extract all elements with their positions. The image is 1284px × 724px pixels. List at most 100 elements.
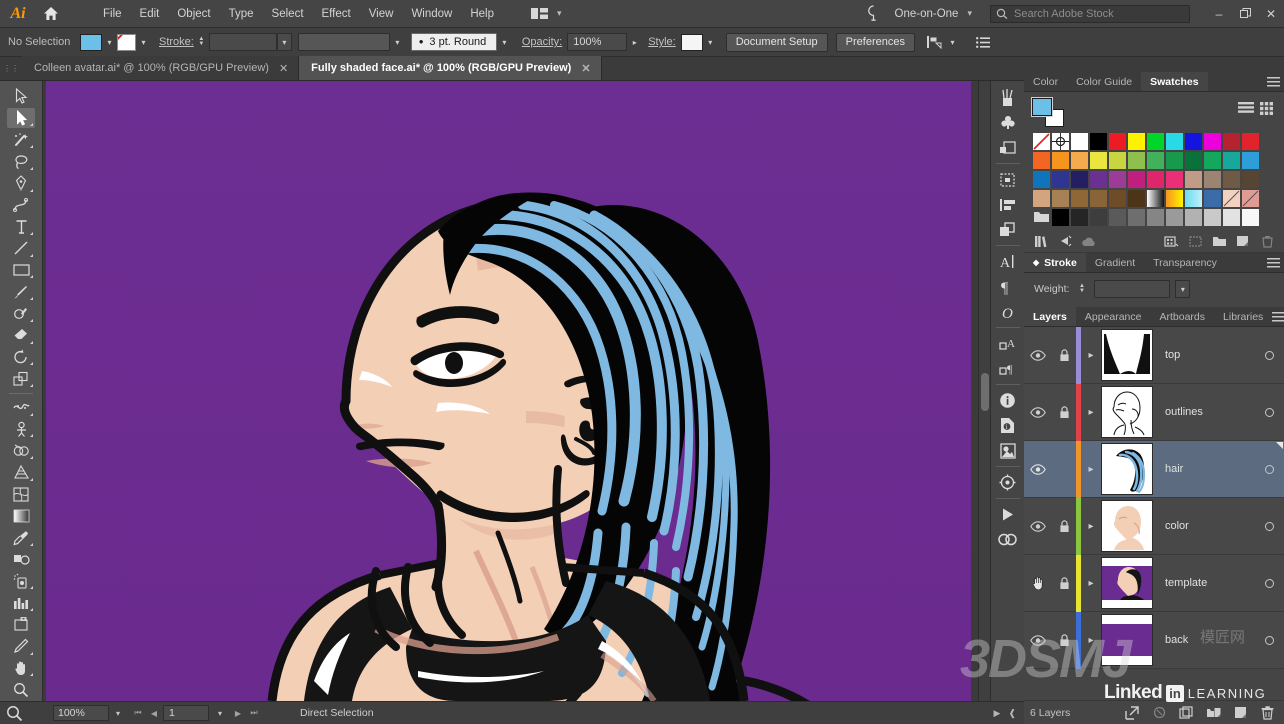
swatch-gray-80[interactable] [1203, 208, 1222, 227]
paintbrush-tool[interactable] [7, 281, 35, 302]
swatch-light-green[interactable] [1127, 151, 1146, 170]
menu-item-edit[interactable]: Edit [131, 4, 169, 24]
line-segment-tool[interactable] [7, 238, 35, 259]
preferences-button[interactable]: Preferences [835, 32, 915, 52]
target-indicator[interactable] [1254, 521, 1284, 531]
swatch-none[interactable] [1032, 132, 1051, 151]
show-swatch-kinds-icon[interactable] [1054, 233, 1076, 251]
layer-name[interactable]: back [1153, 634, 1254, 646]
actions-icon[interactable] [995, 502, 1021, 527]
swatch-gray-10[interactable] [1070, 208, 1089, 227]
document-setup-button[interactable]: Document Setup [725, 32, 828, 52]
swatch-green-2[interactable] [1146, 151, 1165, 170]
swatch-red[interactable] [1108, 132, 1127, 151]
menu-item-view[interactable]: View [360, 4, 403, 24]
pathfinder-icon[interactable] [995, 217, 1021, 242]
canvas-vertical-scrollbar[interactable] [978, 81, 990, 701]
swatch-salmon[interactable] [1241, 189, 1260, 208]
menu-item-object[interactable]: Object [168, 4, 219, 24]
swatch-peach[interactable] [1222, 189, 1241, 208]
swatch-light-orange[interactable] [1070, 151, 1089, 170]
rectangle-tool[interactable] [7, 260, 35, 281]
new-color-group-icon[interactable] [1184, 233, 1206, 251]
grid-view-icon[interactable] [1260, 102, 1276, 120]
status-resize-grip-icon[interactable]: ❰ [1008, 708, 1016, 719]
swatch-cyan[interactable] [1165, 132, 1184, 151]
brushes-icon[interactable] [995, 85, 1021, 110]
swatch-gray-20[interactable] [1089, 208, 1108, 227]
zoom-level-field[interactable]: 100% [53, 705, 109, 721]
lock-icon[interactable] [1052, 519, 1076, 533]
expand-arrow-icon[interactable]: ▸ [1081, 464, 1101, 475]
make-clipping-mask-icon[interactable] [1148, 703, 1170, 723]
stroke-weight-stepper[interactable]: ▲ ▼ [196, 36, 207, 47]
slice-tool[interactable] [7, 636, 35, 657]
info-icon[interactable] [995, 388, 1021, 413]
mesh-tool[interactable] [7, 484, 35, 505]
artboards-icon[interactable] [995, 167, 1021, 192]
eye-icon[interactable] [1024, 520, 1052, 532]
swatch-blue-2[interactable] [1032, 170, 1051, 189]
stroke-weight-stepper[interactable]: ▲ ▼ [1076, 283, 1087, 294]
layer-row-back[interactable]: ▸ back [1024, 611, 1284, 669]
layer-row-hair[interactable]: ▸ hair [1024, 440, 1284, 498]
stroke-weight-dropdown-icon[interactable]: ▾ [276, 33, 292, 51]
scrollbar-thumb[interactable] [981, 373, 989, 411]
stroke-dropdown-icon[interactable]: ▾ [136, 33, 151, 51]
opacity-label[interactable]: Opacity: [522, 36, 562, 48]
target-indicator[interactable] [1254, 407, 1284, 417]
layer-row-template[interactable]: ▸ template [1024, 554, 1284, 612]
zoom-icon[interactable] [6, 705, 23, 722]
panel-menu-icon[interactable] [972, 32, 994, 52]
pen-tool[interactable] [7, 173, 35, 194]
lightbulb-icon[interactable] [857, 5, 891, 22]
restore-button[interactable] [1232, 0, 1258, 28]
panel-menu-icon[interactable] [1272, 307, 1284, 326]
eye-icon[interactable] [1024, 634, 1052, 646]
scale-tool[interactable] [7, 368, 35, 389]
swatch-gradient-white-black[interactable] [1146, 189, 1165, 208]
swatch-white[interactable] [1070, 132, 1089, 151]
hand-cursor-icon[interactable] [1024, 575, 1052, 591]
canvas-area[interactable]: ▾▾ [43, 81, 990, 701]
swatch-indigo[interactable] [1051, 170, 1070, 189]
target-indicator[interactable] [1254, 578, 1284, 588]
current-tool-status[interactable]: Direct Selection [300, 707, 374, 719]
layer-name[interactable]: outlines [1153, 406, 1254, 418]
document-tab-colleen-avatar[interactable]: Colleen avatar.ai* @ 100% (RGB/GPU Previ… [22, 56, 300, 80]
swatch-magenta-2[interactable] [1127, 170, 1146, 189]
eyedropper-tool[interactable] [7, 527, 35, 548]
create-new-layer-icon[interactable] [1229, 703, 1251, 723]
graphic-styles-icon[interactable] [995, 135, 1021, 160]
stroke-weight-dropdown-icon[interactable]: ▾ [1175, 280, 1191, 298]
symbol-sprayer-tool[interactable] [7, 571, 35, 592]
swatch-blue[interactable] [1184, 132, 1203, 151]
asset-export-icon[interactable] [995, 438, 1021, 463]
swatch-teal[interactable] [1222, 151, 1241, 170]
swatch-purple[interactable] [1108, 170, 1127, 189]
lasso-tool[interactable] [7, 151, 35, 172]
chevron-down-icon[interactable]: ▾ [967, 8, 972, 19]
swatch-libraries-icon[interactable] [1030, 233, 1052, 251]
document-info-icon[interactable]: i [995, 413, 1021, 438]
style-label[interactable]: Style: [648, 36, 676, 48]
delete-selection-icon[interactable] [1256, 703, 1278, 723]
menu-item-select[interactable]: Select [263, 4, 313, 24]
layer-row-top[interactable]: ▸ top [1024, 326, 1284, 384]
expand-arrow-icon[interactable]: ▸ [1081, 578, 1101, 589]
tab-transparency[interactable]: Transparency [1144, 253, 1226, 272]
curvature-tool[interactable] [7, 195, 35, 216]
swatch-gray-70[interactable] [1184, 208, 1203, 227]
artboard[interactable] [46, 81, 971, 701]
swatch-brown-3[interactable] [1089, 189, 1108, 208]
swatch-red-2[interactable] [1241, 132, 1260, 151]
zoom-tool[interactable] [7, 679, 35, 700]
character-icon[interactable]: A [995, 249, 1021, 274]
arrange-documents-icon[interactable]: ▾ [525, 5, 568, 22]
menu-item-effect[interactable]: Effect [313, 4, 360, 24]
layer-name[interactable]: hair [1153, 463, 1254, 475]
swatch-dark-green[interactable] [1184, 151, 1203, 170]
tab-swatches[interactable]: Swatches [1141, 72, 1208, 91]
menu-item-window[interactable]: Window [402, 4, 461, 24]
direct-selection-tool[interactable] [7, 107, 35, 129]
